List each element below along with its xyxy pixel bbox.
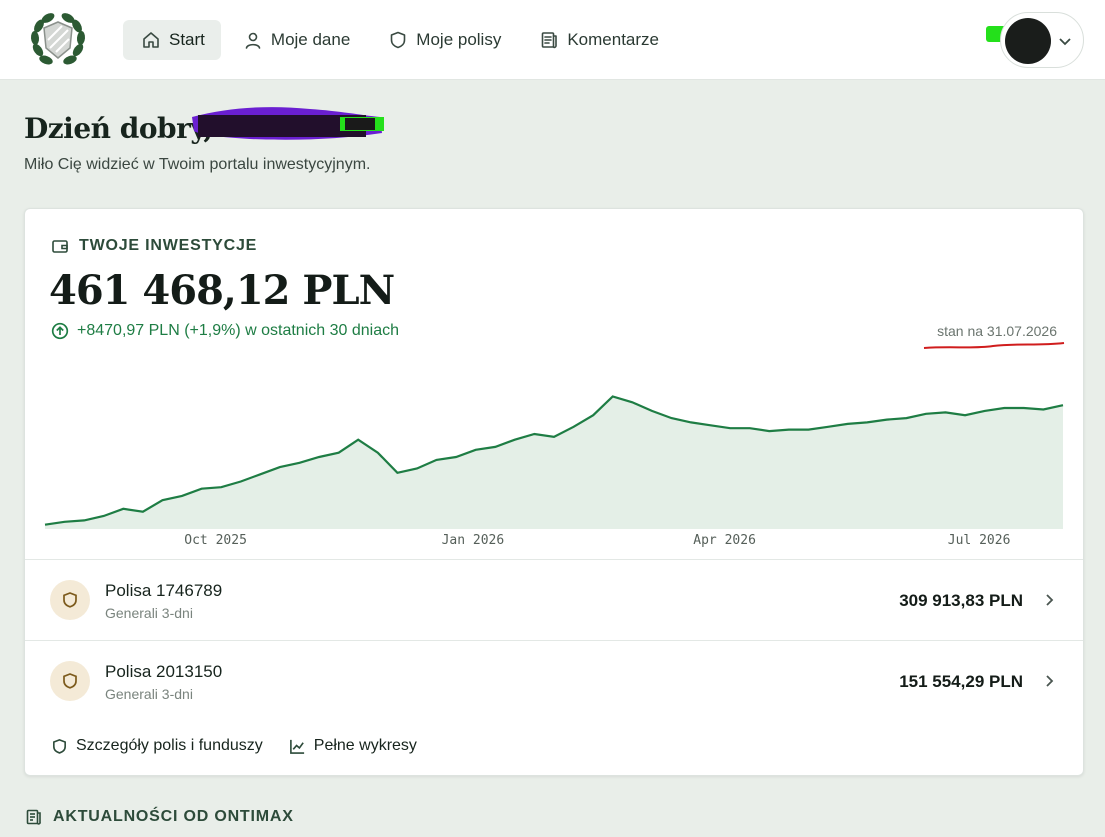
shield-icon	[63, 592, 77, 608]
x-tick-label: Jul 2026	[948, 533, 1011, 548]
top-navigation-bar: Start Moje dane Moje polisy Komentarze	[0, 0, 1105, 80]
arrow-up-circle-icon	[51, 322, 69, 340]
document-icon	[542, 32, 558, 49]
policy-row[interactable]: Polisa 2013150 Generali 3-dni 151 554,29…	[25, 641, 1083, 721]
full-charts-link[interactable]: Pełne wykresy	[289, 737, 417, 755]
chevron-down-icon	[1059, 38, 1071, 46]
x-axis-ticks: Oct 2025 Jan 2026 Apr 2026 Jul 2026	[184, 533, 1010, 548]
shield-icon	[63, 673, 77, 689]
x-tick-label: Oct 2025	[184, 533, 247, 548]
page-subtitle: Miło Cię widzieć w Twoim portalu inwesty…	[24, 156, 371, 173]
policy-name: Polisa 1746789	[105, 581, 223, 600]
nav-item-label: Komentarze	[567, 30, 660, 49]
policy-row[interactable]: Polisa 1746789 Generali 3-dni 309 913,83…	[25, 560, 1083, 640]
as-of-date: stan na 31.07.2026	[937, 323, 1057, 339]
policy-name: Polisa 2013150	[105, 662, 223, 681]
news-heading: AKTUALNOŚCI OD ONTIMAX	[25, 808, 294, 826]
nav-item-komentarze[interactable]: Komentarze	[521, 20, 675, 60]
nav-item-moje-dane[interactable]: Moje dane	[225, 20, 366, 60]
full-charts-label: Pełne wykresy	[313, 737, 417, 754]
policy-provider: Generali 3-dni	[105, 605, 193, 621]
chevron-right-icon	[1046, 594, 1054, 606]
x-tick-label: Apr 2026	[693, 533, 756, 548]
nav-item-start[interactable]: Start	[123, 20, 221, 60]
account-menu-button[interactable]	[1000, 12, 1084, 68]
main-nav: Start Moje dane Moje polisy Komentarze	[123, 20, 675, 60]
shield-icon	[53, 738, 66, 754]
nav-item-label: Moje polisy	[416, 30, 502, 49]
policy-details-label: Szczegóły polis i funduszy	[76, 737, 263, 754]
shield-icon	[390, 31, 406, 49]
user-icon	[245, 32, 261, 49]
policy-icon-badge	[50, 661, 90, 701]
laurel-shield-logo[interactable]	[28, 10, 88, 70]
nav-item-label: Start	[169, 30, 205, 49]
change-indicator: +8470,97 PLN (+1,9%) w ostatnich 30 dnia…	[51, 322, 399, 340]
page-title: Dzień dobry,	[24, 112, 213, 145]
line-chart-icon	[289, 739, 304, 754]
document-icon	[26, 809, 41, 825]
policy-amount: 151 554,29 PLN	[899, 672, 1023, 691]
red-underline-annotation	[923, 342, 1065, 349]
news-heading-label: AKTUALNOŚCI OD ONTIMAX	[53, 808, 294, 825]
nav-item-moje-polisy[interactable]: Moje polisy	[370, 20, 517, 60]
chevron-right-icon	[1046, 675, 1054, 687]
redaction-scribble	[192, 107, 384, 140]
policy-icon-badge	[50, 580, 90, 620]
policy-amount: 309 913,83 PLN	[899, 591, 1023, 610]
investments-chart: Oct 2025 Jan 2026 Apr 2026 Jul 2026	[44, 395, 1064, 548]
investments-card: TWOJE INWESTYCJE 461 468,12 PLN +8470,97…	[24, 208, 1084, 776]
total-value: 461 468,12 PLN	[49, 267, 395, 314]
investments-heading-label: TWOJE INWESTYCJE	[79, 237, 258, 254]
x-tick-label: Jan 2026	[442, 533, 505, 548]
nav-item-label: Moje dane	[270, 30, 351, 49]
avatar	[1005, 18, 1051, 64]
home-icon	[143, 32, 159, 48]
wallet-icon	[52, 240, 68, 253]
investments-heading: TWOJE INWESTYCJE	[51, 237, 257, 255]
policy-provider: Generali 3-dni	[105, 686, 193, 702]
change-text: +8470,97 PLN (+1,9%) w ostatnich 30 dnia…	[77, 322, 399, 339]
policy-details-link[interactable]: Szczegóły polis i funduszy	[51, 737, 263, 755]
card-links: Szczegóły polis i funduszy Pełne wykresy	[51, 737, 417, 755]
